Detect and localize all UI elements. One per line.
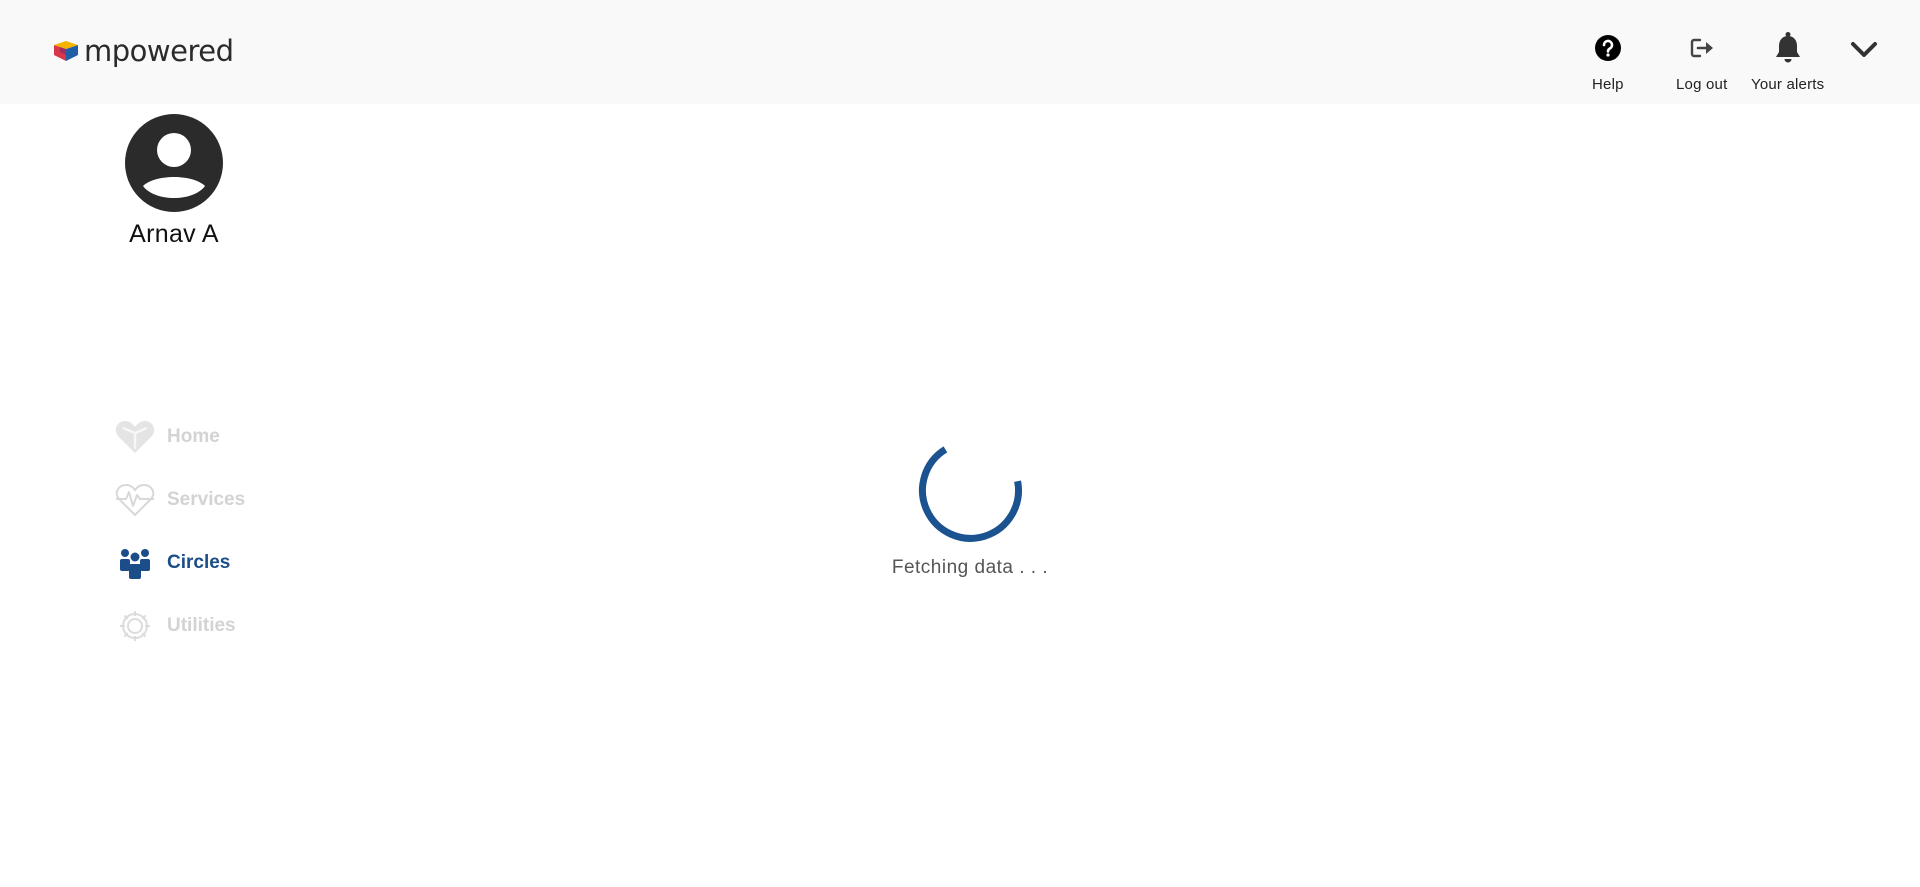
help-circle-icon [1594,35,1621,61]
sidebar-item-label: Services [167,488,246,510]
sidebar-item-home[interactable]: Home [115,405,295,468]
alerts-label: Your alerts [1751,76,1825,93]
logout-label: Log out [1676,76,1728,93]
logout-icon [1690,38,1713,58]
heartbeat-icon [115,483,155,516]
chevron-down-icon [1851,42,1877,57]
alerts-button[interactable]: Your alerts [1751,30,1824,93]
loading-text: Fetching data . . . [891,557,1049,578]
user-profile: Arnav A [115,114,233,249]
sidebar-item-label: Home [167,425,220,447]
people-group-icon [120,548,150,579]
loading-indicator: Fetching data . . . [880,435,1060,579]
user-avatar-icon [125,114,223,212]
help-label: Help [1592,76,1624,93]
sidebar-item-circles[interactable]: Circles [115,531,295,594]
sidebar-nav: Home Services Circles Utilities [115,405,295,657]
sidebar-item-label: Circles [167,551,231,573]
heart-icon [115,420,155,453]
brand-logo[interactable]: mpowered [52,34,234,68]
mpowered-logo-icon [54,41,78,61]
user-name: Arnav A [129,220,219,248]
account-menu-toggle[interactable] [1850,36,1878,69]
brand-name: mpowered [84,34,234,68]
logout-button[interactable]: Log out [1676,30,1727,93]
sidebar-item-utilities[interactable]: Utilities [115,594,295,657]
help-button[interactable]: Help [1592,30,1624,93]
bell-icon [1775,32,1800,63]
top-header: mpowered Help Log out Your alerts [0,0,1920,104]
gear-icon [120,610,150,641]
sidebar-item-label: Utilities [167,614,236,636]
loading-spinner-icon [919,446,1022,542]
sidebar-item-services[interactable]: Services [115,468,295,531]
